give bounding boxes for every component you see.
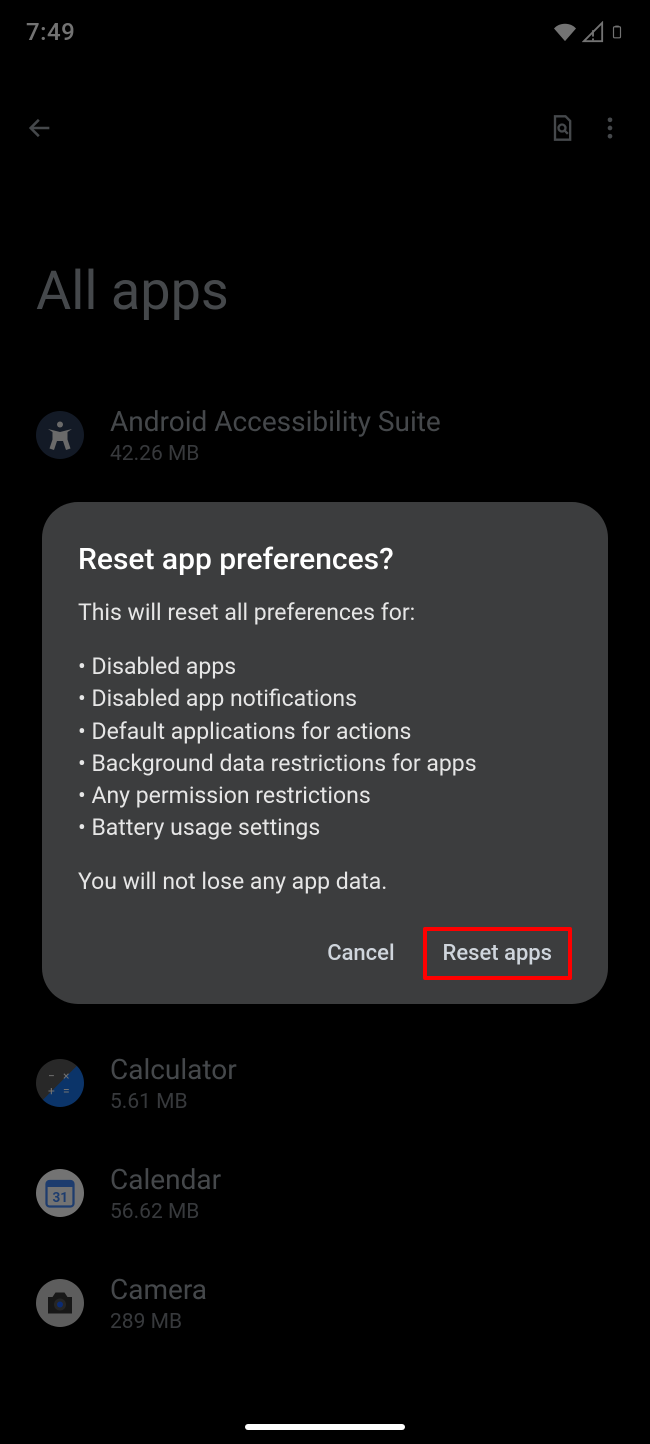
dialog-outro: You will not lose any app data. bbox=[78, 866, 572, 898]
cancel-button[interactable]: Cancel bbox=[307, 927, 414, 980]
dialog-bullet: Battery usage settings bbox=[78, 812, 572, 844]
dialog-bullet: Background data restrictions for apps bbox=[78, 748, 572, 780]
reset-app-preferences-dialog: Reset app preferences? This will reset a… bbox=[42, 502, 608, 1004]
dialog-actions: Cancel Reset apps bbox=[78, 927, 572, 980]
dialog-bullet: Any permission restrictions bbox=[78, 780, 572, 812]
dialog-bullet-list: Disabled apps Disabled app notifications… bbox=[78, 651, 572, 844]
dialog-body: This will reset all preferences for: Dis… bbox=[78, 597, 572, 899]
dialog-bullet: Disabled app notifications bbox=[78, 683, 572, 715]
highlight-annotation: Reset apps bbox=[423, 927, 572, 980]
dialog-intro: This will reset all preferences for: bbox=[78, 597, 572, 629]
dialog-bullet: Disabled apps bbox=[78, 651, 572, 683]
home-indicator[interactable] bbox=[245, 1424, 405, 1430]
dialog-title: Reset app preferences? bbox=[78, 542, 572, 577]
dialog-bullet: Default applications for actions bbox=[78, 716, 572, 748]
reset-apps-button[interactable]: Reset apps bbox=[443, 941, 552, 966]
